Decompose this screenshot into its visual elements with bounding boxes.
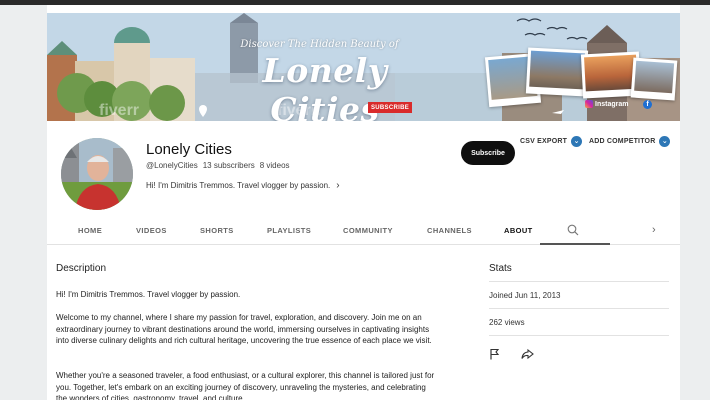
- stats-divider: [489, 281, 669, 282]
- channel-name: Lonely Cities: [146, 141, 232, 158]
- channel-tabs: HOME VIDEOS SHORTS PLAYLISTS COMMUNITY C…: [47, 215, 680, 245]
- short-description-text: Hi! I'm Dimitris Tremmos. Travel vlogger…: [146, 181, 331, 190]
- tab-community[interactable]: COMMUNITY: [343, 226, 393, 235]
- banner-photo-4: [630, 57, 678, 101]
- watermark-left: fiverr: [99, 102, 139, 119]
- flag-icon[interactable]: [489, 348, 501, 360]
- view-count: 262 views: [489, 318, 525, 327]
- description-paragraph-2: Welcome to my channel, where I share my …: [56, 313, 432, 345]
- stats-divider: [489, 335, 669, 336]
- channel-short-description[interactable]: Hi! I'm Dimitris Tremmos. Travel vlogger…: [146, 180, 340, 191]
- tab-about[interactable]: ABOUT: [504, 226, 533, 235]
- chevron-down-icon: ⌄: [659, 136, 671, 147]
- search-icon: [567, 224, 579, 236]
- video-count: 8 videos: [259, 161, 290, 170]
- avatar-image: [61, 138, 133, 210]
- csv-export-label: CSV EXPORT: [520, 138, 568, 145]
- tab-shorts[interactable]: SHORTS: [200, 226, 234, 235]
- share-icon[interactable]: [521, 348, 534, 360]
- tab-videos[interactable]: VIDEOS: [136, 226, 167, 235]
- channel-meta: @LonelyCities 13 subscribers 8 videos: [146, 161, 290, 170]
- chevron-down-icon: ⌄: [571, 136, 583, 147]
- add-competitor-label: ADD COMPETITOR: [589, 138, 656, 145]
- csv-export-button[interactable]: CSV EXPORT ⌄: [520, 136, 583, 147]
- tab-search[interactable]: [540, 215, 610, 245]
- stats-divider: [489, 308, 669, 309]
- channel-page: fiverr fiverr. Discover The Hidden Beaut…: [47, 5, 680, 400]
- stats-heading: Stats: [489, 263, 512, 274]
- joined-date: Joined Jun 11, 2013: [489, 291, 561, 300]
- add-competitor-button[interactable]: ADD COMPETITOR ⌄: [589, 136, 671, 147]
- description-paragraph-1: Hi! I'm Dimitris Tremmos. Travel vlogger…: [56, 290, 241, 299]
- banner-subtitle: Discover The Hidden Beauty of: [240, 39, 399, 50]
- banner-photo-2: [525, 47, 589, 97]
- chevron-right-icon[interactable]: ›: [336, 180, 339, 191]
- tab-home[interactable]: HOME: [78, 226, 102, 235]
- facebook-icon: f: [643, 100, 652, 109]
- channel-avatar[interactable]: [61, 138, 133, 210]
- description-paragraph-3: Whether you're a seasoned traveler, a fo…: [56, 371, 435, 400]
- channel-banner: fiverr fiverr. Discover The Hidden Beaut…: [47, 13, 680, 121]
- description-heading: Description: [56, 263, 107, 274]
- channel-handle: @LonelyCities: [146, 161, 198, 170]
- tab-playlists[interactable]: PLAYLISTS: [267, 226, 311, 235]
- banner-subscribe-badge: SUBSCRIBE: [368, 102, 412, 113]
- chevron-right-icon[interactable]: ›: [652, 224, 656, 236]
- banner-instagram: Instagram: [585, 100, 628, 108]
- tab-channels[interactable]: CHANNELS: [427, 226, 472, 235]
- subscriber-count: 13 subscribers: [202, 161, 255, 170]
- instagram-label: Instagram: [595, 100, 629, 108]
- subscribe-button[interactable]: Subscribe: [461, 141, 515, 165]
- instagram-icon: [585, 100, 593, 108]
